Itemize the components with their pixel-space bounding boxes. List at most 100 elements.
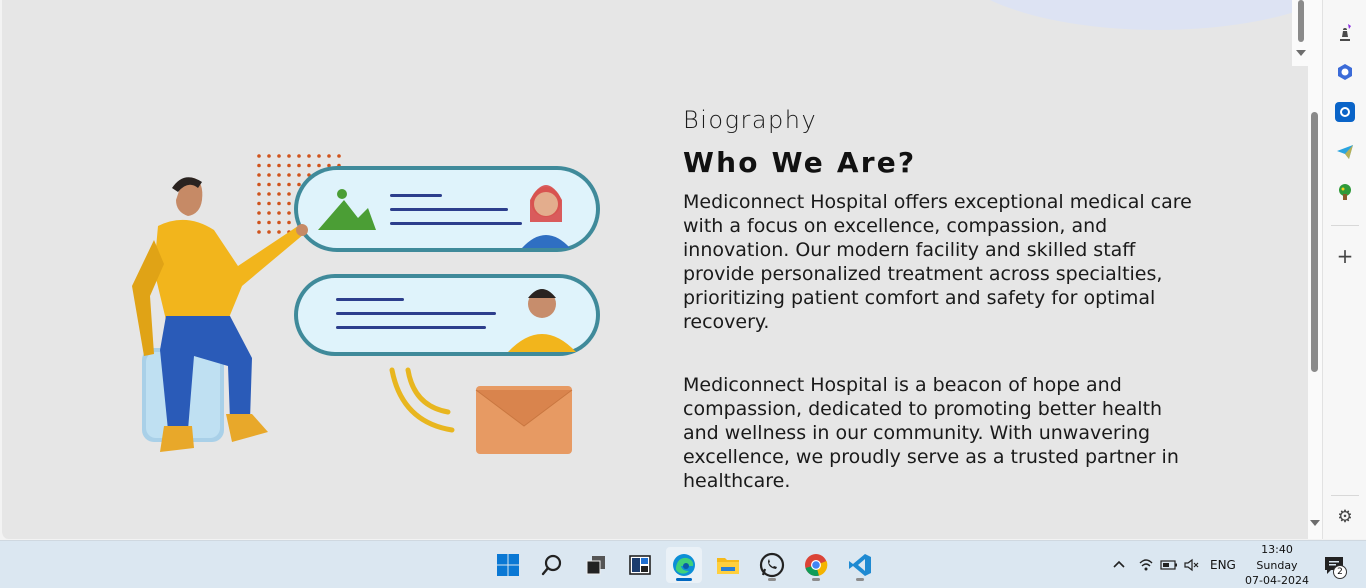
dot — [287, 173, 291, 177]
gear-icon[interactable]: ⚙ — [1335, 507, 1355, 527]
dot — [277, 154, 281, 158]
copilot-icon[interactable] — [1335, 62, 1355, 82]
browser-sidebar: + ⚙ — [1322, 0, 1366, 539]
running-indicator — [856, 578, 864, 581]
chat-card-top — [294, 166, 600, 252]
dot — [277, 182, 281, 187]
dot — [257, 211, 261, 215]
chat-card-bottom — [294, 274, 600, 356]
running-indicator — [768, 578, 776, 581]
dot — [267, 154, 271, 158]
dot — [267, 201, 271, 206]
edge-icon — [673, 554, 695, 576]
edge-app[interactable] — [666, 547, 702, 583]
dot — [257, 230, 261, 234]
chess-icon[interactable] — [1335, 22, 1355, 42]
dot — [277, 211, 281, 215]
scroll-down-arrow-icon[interactable] — [1310, 520, 1320, 526]
vscode-app[interactable] — [842, 547, 878, 583]
page-scrollbar[interactable] — [1292, 0, 1308, 66]
section-eyebrow: Biography — [683, 106, 818, 134]
dot — [287, 192, 291, 196]
person-figure — [132, 177, 308, 452]
running-indicator — [812, 578, 820, 581]
dot — [287, 154, 291, 158]
scroll-down-arrow-icon[interactable] — [1296, 50, 1306, 56]
notification-count-badge: 2 — [1333, 565, 1347, 579]
mission-paragraph: Mediconnect Hospital is a beacon of hope… — [683, 374, 1179, 492]
page-scrollbar-thumb[interactable] — [1298, 0, 1304, 42]
dot — [287, 182, 291, 187]
folder-icon — [717, 558, 739, 574]
sidebar-divider — [1331, 225, 1359, 226]
widgets-icon — [629, 555, 651, 575]
file-explorer-app[interactable] — [710, 547, 746, 583]
dot — [267, 173, 271, 177]
browser-viewport: Biography Who We Are? Mediconnect Hospit… — [0, 0, 1308, 539]
chrome-icon — [805, 554, 828, 576]
decorative-blob — [948, 0, 1308, 30]
task-view-button[interactable] — [578, 547, 614, 583]
browser-scrollbar-thumb[interactable] — [1311, 112, 1318, 372]
dot — [337, 154, 341, 158]
dot — [317, 154, 321, 158]
dot — [307, 154, 311, 158]
language-indicator[interactable]: ENG — [1210, 541, 1236, 588]
search-icon — [541, 554, 562, 576]
clock-day: Sunday — [1256, 558, 1298, 572]
telegram-icon[interactable] — [1335, 142, 1355, 162]
dot — [257, 173, 261, 177]
games-icon[interactable] — [1335, 182, 1355, 202]
dot — [277, 163, 281, 168]
network-status[interactable] — [1138, 541, 1154, 588]
widgets-button[interactable] — [622, 547, 658, 583]
vscode-icon — [849, 554, 871, 576]
dot — [307, 163, 311, 168]
sidebar-divider — [1331, 495, 1359, 496]
dot — [297, 182, 301, 187]
volume-status[interactable] — [1183, 541, 1199, 588]
dot — [287, 163, 291, 168]
dot — [267, 163, 271, 168]
envelope-icon — [475, 386, 573, 454]
start-button[interactable] — [490, 547, 526, 583]
system-clock[interactable]: 13:40 Sunday 07-04-2024 — [1244, 542, 1310, 588]
desktop-screen: Biography Who We Are? Mediconnect Hospit… — [0, 0, 1366, 588]
wifi-icon — [1139, 559, 1153, 571]
dot — [257, 163, 261, 168]
chrome-app[interactable] — [798, 547, 834, 583]
chevron-up-icon — [1113, 560, 1125, 568]
whatsapp-icon — [759, 552, 785, 578]
whatsapp-app[interactable] — [754, 547, 790, 583]
dot — [287, 211, 291, 215]
dot — [287, 220, 291, 225]
biography-illustration — [132, 154, 600, 454]
outlook-icon[interactable] — [1335, 102, 1355, 122]
battery-status[interactable] — [1160, 541, 1178, 588]
show-hidden-icons-button[interactable] — [1112, 541, 1126, 588]
clock-time: 13:40 — [1261, 543, 1293, 556]
intro-paragraph: Mediconnect Hospital offers exceptional … — [683, 191, 1192, 333]
dot — [267, 182, 271, 187]
dot — [277, 220, 281, 225]
dot — [327, 154, 331, 158]
clock-date: 07-04-2024 — [1245, 574, 1309, 587]
dot — [257, 154, 261, 158]
browser-scrollbar[interactable] — [1308, 0, 1322, 539]
add-sidebar-app-icon[interactable]: + — [1335, 246, 1355, 266]
section-heading: Who We Are? — [683, 146, 917, 179]
battery-icon — [1160, 560, 1177, 570]
active-indicator — [676, 578, 692, 581]
dot — [277, 173, 281, 177]
windows-icon — [497, 554, 519, 576]
dot — [267, 192, 271, 196]
dot — [297, 173, 301, 177]
dot — [257, 182, 261, 187]
dot — [297, 163, 301, 168]
task-view-icon — [586, 556, 605, 575]
dot — [257, 192, 261, 196]
dot — [277, 201, 281, 206]
dot — [267, 220, 271, 225]
search-button[interactable] — [534, 547, 570, 583]
dot — [277, 230, 281, 234]
